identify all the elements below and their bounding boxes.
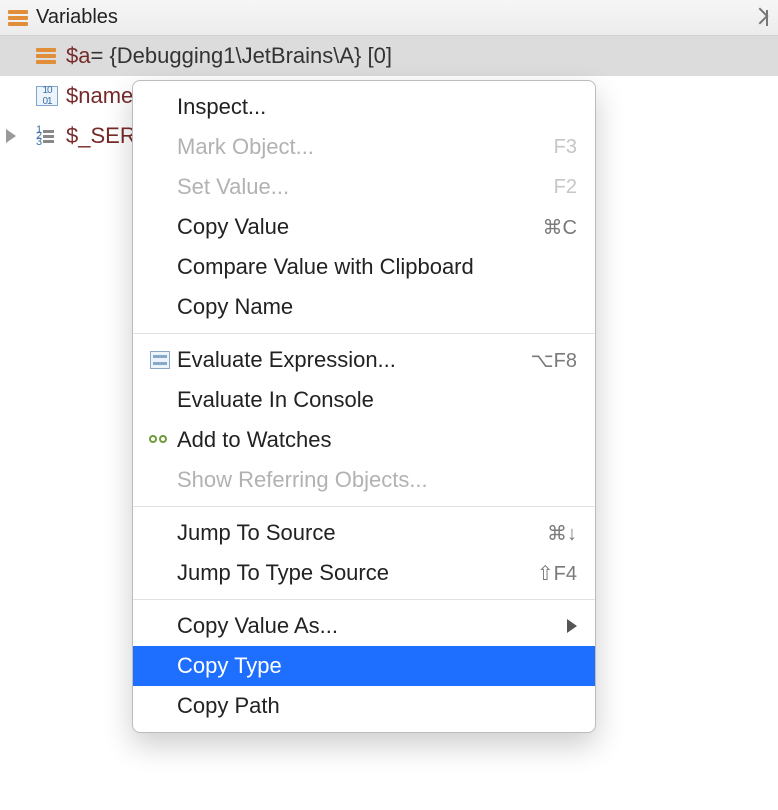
hide-panel-icon[interactable] xyxy=(746,8,770,28)
menu-separator xyxy=(133,333,595,334)
menu-label: Inspect... xyxy=(177,94,577,120)
menu-label: Copy Path xyxy=(177,693,577,719)
menu-separator xyxy=(133,506,595,507)
variable-name: $name xyxy=(66,83,133,109)
panel-title: Variables xyxy=(36,6,746,29)
menu-label: Show Referring Objects... xyxy=(177,467,577,493)
object-icon xyxy=(36,48,56,64)
menu-label: Set Value... xyxy=(177,174,554,200)
menu-label: Copy Type xyxy=(177,653,577,679)
menu-jump-to-source[interactable]: Jump To Source ⌘↓ xyxy=(133,513,595,553)
menu-shortcut: ⌘C xyxy=(543,215,577,240)
menu-add-to-watches[interactable]: Add to Watches xyxy=(133,420,595,460)
submenu-arrow-icon xyxy=(567,619,577,633)
menu-set-value: Set Value... F2 xyxy=(133,167,595,207)
watches-icon xyxy=(145,431,175,449)
menu-copy-value-as[interactable]: Copy Value As... xyxy=(133,606,595,646)
menu-separator xyxy=(133,599,595,600)
menu-label: Add to Watches xyxy=(177,427,577,453)
expand-arrow-icon[interactable] xyxy=(6,129,16,143)
menu-mark-object: Mark Object... F3 xyxy=(133,127,595,167)
scalar-icon: 1001 xyxy=(36,86,58,106)
menu-jump-to-type-source[interactable]: Jump To Type Source ⇧F4 xyxy=(133,553,595,593)
menu-label: Evaluate In Console xyxy=(177,387,577,413)
menu-evaluate-console[interactable]: Evaluate In Console xyxy=(133,380,595,420)
menu-copy-path[interactable]: Copy Path xyxy=(133,686,595,726)
menu-label: Copy Value xyxy=(177,214,543,240)
menu-label: Compare Value with Clipboard xyxy=(177,254,577,280)
array-icon: 123 xyxy=(36,126,58,146)
menu-shortcut: ⇧F4 xyxy=(537,561,577,586)
menu-show-referring: Show Referring Objects... xyxy=(133,460,595,500)
menu-shortcut: ⌥F8 xyxy=(531,348,577,373)
menu-label: Mark Object... xyxy=(177,134,554,160)
variable-row[interactable]: $a = {Debugging1\JetBrains\A} [0] xyxy=(0,36,778,76)
menu-evaluate-expression[interactable]: Evaluate Expression... ⌥F8 xyxy=(133,340,595,380)
variables-icon xyxy=(8,10,28,26)
variable-value: = {Debugging1\JetBrains\A} [0] xyxy=(90,43,392,69)
menu-shortcut: F3 xyxy=(554,136,577,159)
variable-name: $a xyxy=(66,43,90,69)
menu-label: Copy Name xyxy=(177,294,577,320)
menu-shortcut: F2 xyxy=(554,176,577,199)
menu-label: Jump To Type Source xyxy=(177,560,537,586)
evaluate-icon xyxy=(145,351,175,369)
menu-copy-value[interactable]: Copy Value ⌘C xyxy=(133,207,595,247)
menu-label: Copy Value As... xyxy=(177,613,567,639)
menu-label: Evaluate Expression... xyxy=(177,347,531,373)
menu-shortcut: ⌘↓ xyxy=(547,521,577,546)
variables-panel-header: Variables xyxy=(0,0,778,36)
menu-copy-type[interactable]: Copy Type xyxy=(133,646,595,686)
menu-label: Jump To Source xyxy=(177,520,547,546)
context-menu: Inspect... Mark Object... F3 Set Value..… xyxy=(132,80,596,733)
menu-compare-clipboard[interactable]: Compare Value with Clipboard xyxy=(133,247,595,287)
menu-copy-name[interactable]: Copy Name xyxy=(133,287,595,327)
menu-inspect[interactable]: Inspect... xyxy=(133,87,595,127)
